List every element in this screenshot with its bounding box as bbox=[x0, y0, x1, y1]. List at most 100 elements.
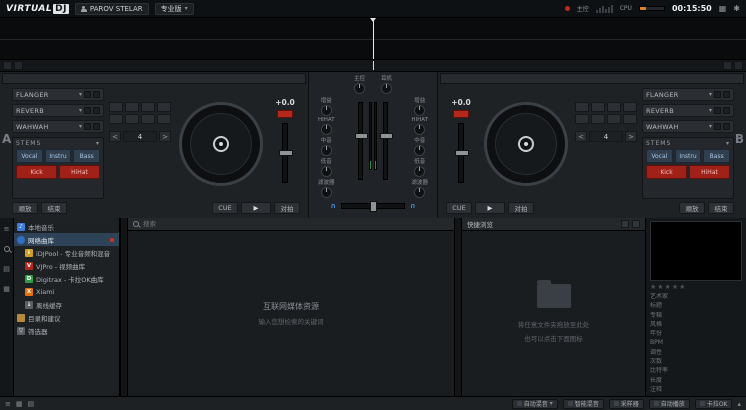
performance-pad[interactable] bbox=[607, 102, 621, 112]
fx-slot-wahwah[interactable]: WAHWAH ▾ bbox=[12, 120, 104, 133]
stem-hihat-button[interactable]: HiHat bbox=[59, 165, 100, 179]
add-folder-icon[interactable] bbox=[621, 220, 629, 228]
fx-on-button[interactable] bbox=[723, 107, 730, 114]
sidebar-item-vjpro[interactable]: V VJPro - 视频曲库 bbox=[14, 259, 119, 272]
settings-gear-icon[interactable]: ✱ bbox=[733, 4, 740, 13]
pitch-slider-knob[interactable] bbox=[455, 150, 469, 156]
headphones-cue-left-icon[interactable]: ∩ bbox=[330, 202, 336, 210]
eq-high-knob[interactable] bbox=[321, 124, 332, 135]
stem-hihat-button[interactable]: HiHat bbox=[689, 165, 730, 179]
automix-button[interactable]: 自动混音 ▾ bbox=[512, 399, 558, 409]
sidebar-item-idjpool[interactable]: i iDJPool - 专业音频和混音 bbox=[14, 246, 119, 259]
jog-wheel[interactable] bbox=[179, 102, 263, 186]
fx-slot-flanger[interactable]: FLANGER ▾ bbox=[12, 88, 104, 101]
eq-low-knob[interactable] bbox=[414, 166, 425, 177]
search-input[interactable] bbox=[143, 220, 449, 228]
eq-high-knob[interactable] bbox=[414, 124, 425, 135]
fader-knob[interactable] bbox=[355, 133, 368, 139]
fx-slot-flanger[interactable]: FLANGER ▾ bbox=[642, 88, 734, 101]
pitch-slider-knob[interactable] bbox=[279, 150, 293, 156]
performance-pad[interactable] bbox=[141, 102, 155, 112]
collapse-panel-icon[interactable]: ▴ bbox=[737, 400, 741, 408]
menu-icon[interactable]: ≡ bbox=[2, 224, 11, 233]
panel-divider-strip[interactable] bbox=[454, 218, 462, 396]
sync-button[interactable]: 对拍 bbox=[508, 202, 534, 214]
autoplay-button[interactable]: 自动播放 bbox=[649, 399, 690, 409]
loop-halve-button[interactable]: < bbox=[109, 131, 121, 142]
grid-view-icon[interactable]: ▦ bbox=[16, 400, 23, 408]
performance-pad[interactable] bbox=[125, 102, 139, 112]
sidebar-item-offline-cache[interactable]: ↓ 离线缓存 bbox=[14, 298, 119, 311]
sidebar-item-filters[interactable]: ▽ 筛选器 bbox=[14, 324, 119, 337]
loop-halve-button[interactable]: < bbox=[575, 131, 587, 142]
sidebar-item-online-library[interactable]: 网络曲库 bbox=[14, 233, 119, 246]
zoom-out-button[interactable] bbox=[723, 61, 732, 70]
channel-1-volume-fader[interactable] bbox=[358, 102, 363, 180]
performance-pad[interactable] bbox=[591, 102, 605, 112]
list-view-icon[interactable]: ▤ bbox=[28, 400, 35, 408]
hot-red-button[interactable] bbox=[453, 110, 469, 118]
grid-view-icon[interactable]: ▦ bbox=[719, 4, 727, 13]
fx-on-button[interactable] bbox=[723, 123, 730, 130]
filter-knob[interactable] bbox=[321, 187, 332, 198]
jog-wheel[interactable] bbox=[484, 102, 568, 186]
stem-vocal-button[interactable]: Vocal bbox=[646, 149, 673, 163]
gain-knob[interactable] bbox=[414, 105, 425, 116]
fader-knob[interactable] bbox=[380, 133, 393, 139]
eq-low-knob[interactable] bbox=[321, 166, 332, 177]
stem-kick-button[interactable]: Kick bbox=[16, 165, 57, 179]
master-volume-knob[interactable] bbox=[354, 83, 365, 94]
menu-icon[interactable]: ≡ bbox=[5, 400, 11, 408]
cue-button[interactable]: CUE bbox=[212, 202, 238, 214]
pin-icon[interactable] bbox=[632, 220, 640, 228]
eq-mid-knob[interactable] bbox=[414, 145, 425, 156]
sidebar-item-digitrax[interactable]: D Digitrax - 卡拉OK曲库 bbox=[14, 272, 119, 285]
fx-on-button[interactable] bbox=[93, 107, 100, 114]
performance-pad[interactable] bbox=[607, 114, 621, 124]
fx-knob-button[interactable] bbox=[714, 123, 721, 130]
pitch-slider[interactable] bbox=[282, 123, 288, 183]
performance-pad[interactable] bbox=[125, 114, 139, 124]
fx-on-button[interactable] bbox=[93, 123, 100, 130]
performance-pad[interactable] bbox=[157, 102, 171, 112]
hot-red-button[interactable] bbox=[277, 110, 293, 118]
fx-knob-button[interactable] bbox=[84, 123, 91, 130]
performance-pad[interactable] bbox=[157, 114, 171, 124]
karaoke-button[interactable]: 卡拉OK bbox=[695, 399, 733, 409]
fx-knob-button[interactable] bbox=[84, 91, 91, 98]
panel-divider-strip[interactable] bbox=[120, 218, 128, 396]
play-button[interactable]: ▶ bbox=[241, 202, 271, 214]
stem-instru-button[interactable]: Instru bbox=[45, 149, 72, 163]
zoom-out-button[interactable] bbox=[3, 61, 12, 70]
cue-button[interactable]: CUE bbox=[446, 202, 472, 214]
stem-bass-button[interactable]: Bass bbox=[703, 149, 730, 163]
pitch-slider[interactable] bbox=[458, 123, 464, 183]
fx-slot-reverb[interactable]: REVERB ▾ bbox=[12, 104, 104, 117]
sidebar-item-local-music[interactable]: ♪ 本地音乐 bbox=[14, 220, 119, 233]
performance-pad[interactable] bbox=[591, 114, 605, 124]
search-icon[interactable] bbox=[2, 244, 11, 253]
eq-mid-knob[interactable] bbox=[321, 145, 332, 156]
smartmix-button[interactable]: 智能混音 bbox=[563, 399, 604, 409]
waveform-display[interactable] bbox=[0, 18, 746, 60]
stem-instru-button[interactable]: Instru bbox=[675, 149, 702, 163]
stem-vocal-button[interactable]: Vocal bbox=[16, 149, 43, 163]
fx-knob-button[interactable] bbox=[714, 91, 721, 98]
gain-knob[interactable] bbox=[321, 105, 332, 116]
channel-2-volume-fader[interactable] bbox=[383, 102, 388, 180]
rating-stars[interactable]: ★★★★★ bbox=[650, 283, 742, 291]
loop-in-button[interactable]: 顺放 bbox=[12, 202, 38, 214]
edition-dropdown[interactable]: 专业版 ▾ bbox=[155, 3, 194, 15]
performance-pad[interactable] bbox=[575, 102, 589, 112]
filter-knob[interactable] bbox=[414, 187, 425, 198]
list-view-icon[interactable]: ▤ bbox=[2, 264, 11, 273]
user-account-chip[interactable]: PAROV STELAR bbox=[75, 3, 149, 15]
sidebar-item-folders-suggestions[interactable]: 目录和建议 bbox=[14, 311, 119, 324]
zoom-in-button[interactable] bbox=[734, 61, 743, 70]
crossfader[interactable] bbox=[341, 203, 405, 209]
sampler-button[interactable]: 采样器 bbox=[609, 399, 644, 409]
headphone-volume-knob[interactable] bbox=[381, 83, 392, 94]
fx-knob-button[interactable] bbox=[714, 107, 721, 114]
performance-pad[interactable] bbox=[109, 114, 123, 124]
record-icon[interactable] bbox=[565, 6, 570, 11]
